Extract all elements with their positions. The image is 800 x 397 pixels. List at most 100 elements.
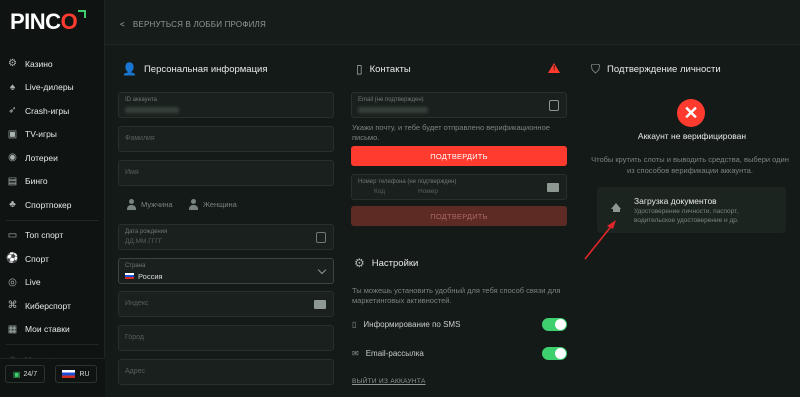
sidebar-item-label: Лотереи bbox=[25, 152, 58, 163]
account-id-field: ID аккаунта bbox=[118, 92, 334, 118]
user-edit-icon: 👤 bbox=[122, 62, 137, 76]
sidebar-item-label: Топ спорт bbox=[25, 230, 64, 241]
top-sport-icon: ▭ bbox=[7, 229, 18, 241]
sms-setting-row: ▯ Информирование по SMS bbox=[352, 320, 460, 329]
lottery-icon: ◉ bbox=[8, 152, 17, 164]
city-input[interactable]: Город bbox=[118, 325, 334, 351]
back-to-lobby-link[interactable]: < ВЕРНУТЬСЯ В ЛОББИ ПРОФИЛЯ bbox=[120, 20, 266, 29]
surname-input[interactable]: Фамилия bbox=[118, 126, 334, 152]
name-input[interactable]: Имя bbox=[118, 160, 334, 186]
address-placeholder: Адрес bbox=[125, 368, 146, 375]
country-label: Страна bbox=[125, 263, 146, 269]
email-newsletter-label: Email-рассылка bbox=[365, 349, 424, 358]
verification-status: Аккаунт не верифицирован bbox=[637, 131, 747, 141]
sidebar-divider bbox=[6, 219, 99, 221]
sport-icon: ⚽ bbox=[6, 253, 19, 265]
sidebar-item-esport[interactable]: ⌘ Киберспорт bbox=[0, 294, 105, 318]
index-input[interactable]: Индекс bbox=[118, 291, 334, 317]
surname-placeholder: Фамилия bbox=[125, 135, 155, 142]
sidebar-item-sport[interactable]: ⚽ Спорт bbox=[0, 247, 105, 271]
upload-icon-base bbox=[612, 209, 620, 212]
section-title-label: Настройки bbox=[371, 257, 419, 269]
rocket-icon: ➶ bbox=[8, 105, 17, 117]
upload-documents-card[interactable]: Загрузка документов Удостоверение личнос… bbox=[597, 187, 786, 233]
tv-icon: ▣ bbox=[7, 128, 18, 140]
sidebar-item-live-dealers[interactable]: ♠ Live-дилеры bbox=[0, 76, 105, 100]
country-select[interactable]: Страна Россия bbox=[118, 258, 334, 284]
sidebar-item-label: Киберспорт bbox=[25, 300, 71, 311]
annotation-arrow-icon bbox=[584, 220, 616, 260]
phone-number-placeholder: Номер bbox=[418, 188, 439, 195]
russia-flag-icon bbox=[62, 370, 76, 378]
sidebar-item-bingo[interactable]: ▤ Бинго bbox=[0, 170, 105, 194]
calendar-icon bbox=[316, 232, 326, 243]
confirm-phone-label: ПОДТВЕРДИТЬ bbox=[430, 211, 488, 221]
poker-icon: ♣ bbox=[9, 199, 16, 211]
sidebar-item-tv[interactable]: ▣ TV-игры bbox=[0, 123, 105, 147]
address-input[interactable]: Адрес bbox=[118, 359, 334, 385]
email-toggle[interactable] bbox=[542, 347, 567, 360]
keyboard-icon bbox=[547, 183, 559, 192]
sidebar-item-live[interactable]: ◎ Live bbox=[0, 271, 105, 295]
gender-female-option[interactable]: Женщина bbox=[188, 199, 237, 210]
contacts-title: ▯ Контакты bbox=[356, 62, 411, 76]
section-title-label: Контакты bbox=[369, 63, 411, 75]
pinco-logo[interactable]: PINCO bbox=[10, 9, 78, 35]
sidebar-item-lottery[interactable]: ◉ Лотереи bbox=[0, 146, 105, 170]
phone-label: Номер телефона (не подтвержден) bbox=[358, 179, 457, 185]
logo-arrow-icon bbox=[78, 10, 86, 18]
sidebar-item-casino[interactable]: ⚙ Казино bbox=[0, 52, 105, 76]
warning-icon: ! bbox=[548, 63, 560, 73]
phone-icon: ▯ bbox=[356, 62, 363, 76]
close-circle-icon: ✕ bbox=[677, 99, 705, 127]
confirm-phone-button[interactable]: ПОДТВЕРДИТЬ bbox=[351, 206, 567, 226]
verification-title: ⛉ Подтверждение личности bbox=[591, 62, 721, 77]
sidebar-item-label: Бинго bbox=[25, 176, 48, 187]
section-title-label: Подтверждение личности bbox=[607, 64, 721, 75]
language-button[interactable]: RU bbox=[55, 365, 97, 383]
email-input[interactable]: Email (не подтвержден) bbox=[351, 92, 567, 118]
sidebar-item-label: Спортпокер bbox=[25, 199, 72, 210]
gear-icon: ⚙ bbox=[8, 58, 17, 70]
sidebar: PINCO ⚙ Казино ♠ Live-дилеры ➶ Crash-игры ▣… bbox=[0, 0, 105, 397]
confirm-email-button[interactable]: ПОДТВЕРДИТЬ bbox=[351, 146, 567, 166]
support-label: 24/7 bbox=[23, 370, 38, 378]
language-label: RU bbox=[79, 370, 90, 378]
bingo-icon: ▤ bbox=[7, 175, 18, 187]
sidebar-item-label: TV-игры bbox=[25, 129, 57, 140]
sidebar-item-label: Казино bbox=[25, 58, 53, 69]
account-id-label: ID аккаунта bbox=[125, 97, 157, 103]
male-icon bbox=[126, 199, 136, 210]
logout-link[interactable]: ВЫЙТИ ИЗ АККАУНТА bbox=[352, 378, 426, 385]
sms-label: Информирование по SMS bbox=[363, 320, 461, 329]
account-id-value-blurred bbox=[125, 107, 179, 113]
email-setting-row: ✉ Email-рассылка bbox=[352, 349, 424, 358]
envelope-icon: ✉ bbox=[352, 349, 359, 358]
sidebar-item-my-bets[interactable]: ▦ Мои ставки bbox=[0, 318, 105, 342]
city-placeholder: Город bbox=[125, 334, 144, 341]
upload-documents-desc: Удостоверение личности, паспорт, водител… bbox=[634, 208, 739, 224]
gender-male-option[interactable]: Мужчина bbox=[126, 199, 173, 210]
upload-documents-title: Загрузка документов bbox=[634, 196, 717, 206]
sms-toggle[interactable] bbox=[542, 318, 567, 331]
sidebar-item-label: Live-дилеры bbox=[25, 82, 74, 93]
sidebar-nav: ⚙ Казино ♠ Live-дилеры ➶ Crash-игры ▣ TV-игр… bbox=[0, 52, 105, 372]
keyboard-icon bbox=[314, 300, 326, 309]
phone-input[interactable]: Номер телефона (не подтвержден) Код Номер bbox=[351, 174, 567, 200]
sidebar-item-crash[interactable]: ➶ Crash-игры bbox=[0, 99, 105, 123]
sidebar-item-sportpoker[interactable]: ♣ Спортпокер bbox=[0, 193, 105, 217]
birthdate-input[interactable]: Дата рождения ДД.ММ.ГГГГ bbox=[118, 224, 334, 250]
sidebar-item-label: Crash-игры bbox=[25, 105, 70, 116]
russia-flag-icon bbox=[125, 273, 134, 279]
chevron-left-icon: < bbox=[120, 20, 125, 29]
sidebar-item-label: Live bbox=[25, 277, 41, 288]
sidebar-item-top-sport[interactable]: ▭ Топ спорт bbox=[0, 224, 105, 248]
shield-icon: ⛉ bbox=[591, 62, 601, 76]
support-button[interactable]: ▣ 24/7 bbox=[5, 365, 45, 383]
phone-code-placeholder: Код bbox=[374, 188, 386, 195]
female-label: Женщина bbox=[203, 200, 237, 209]
live-dealer-icon: ♠ bbox=[9, 81, 16, 93]
chat-icon: ▣ bbox=[12, 369, 21, 379]
email-label: Email (не подтвержден) bbox=[358, 97, 424, 103]
chevron-down-icon bbox=[317, 265, 327, 275]
